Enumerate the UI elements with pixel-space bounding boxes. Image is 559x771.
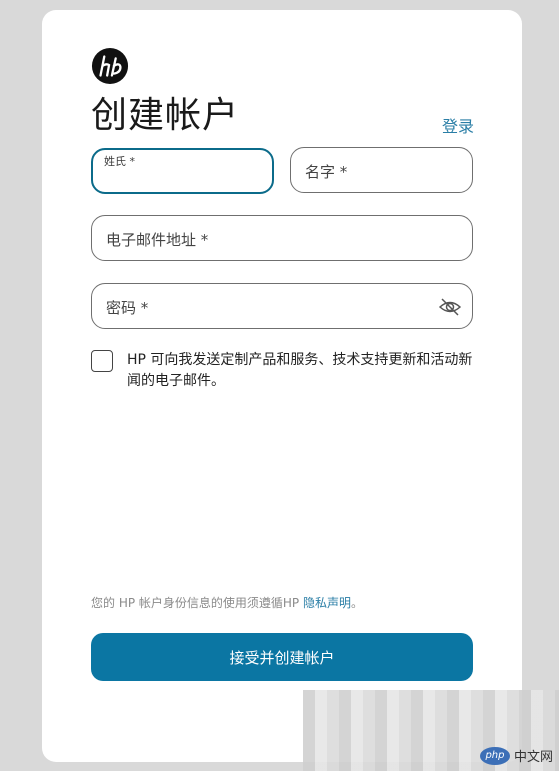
email-label: 电子邮件地址 * bbox=[106, 231, 209, 249]
first-name-label: 名字 * bbox=[305, 163, 348, 181]
privacy-prefix: 您的 HP 帐户身份信息的使用须遵循HP bbox=[91, 596, 303, 610]
signin-link[interactable]: 登录 bbox=[442, 113, 474, 137]
password-field[interactable]: 密码 * bbox=[91, 283, 473, 329]
password-label: 密码 * bbox=[106, 299, 149, 317]
signup-card: 创建帐户 登录 姓氏 * 名字 * 电子邮件地址 * 密码 * HP 可向我发送… bbox=[42, 10, 522, 762]
last-name-input[interactable] bbox=[105, 168, 260, 192]
last-name-field[interactable]: 姓氏 * bbox=[91, 148, 274, 194]
privacy-notice: 您的 HP 帐户身份信息的使用须遵循HP 隐私声明。 bbox=[91, 594, 363, 611]
watermark: php 中文网 bbox=[479, 746, 553, 765]
page-title: 创建帐户 bbox=[91, 95, 240, 136]
privacy-suffix: 。 bbox=[350, 596, 363, 610]
privacy-link[interactable]: 隐私声明 bbox=[303, 596, 351, 610]
consent-text: HP 可向我发送定制产品和服务、技术支持更新和活动新闻的电子邮件。 bbox=[127, 352, 473, 389]
last-name-label: 姓氏 * bbox=[104, 155, 135, 168]
consent-checkbox[interactable] bbox=[91, 350, 113, 372]
hp-logo-icon[interactable] bbox=[91, 47, 129, 85]
php-badge-icon: php bbox=[479, 746, 510, 765]
create-account-button[interactable]: 接受并创建帐户 bbox=[91, 633, 473, 681]
watermark-text: 中文网 bbox=[513, 750, 553, 765]
first-name-field[interactable]: 名字 * bbox=[290, 147, 473, 193]
eye-off-icon[interactable] bbox=[438, 295, 462, 319]
email-field[interactable]: 电子邮件地址 * bbox=[91, 215, 473, 261]
